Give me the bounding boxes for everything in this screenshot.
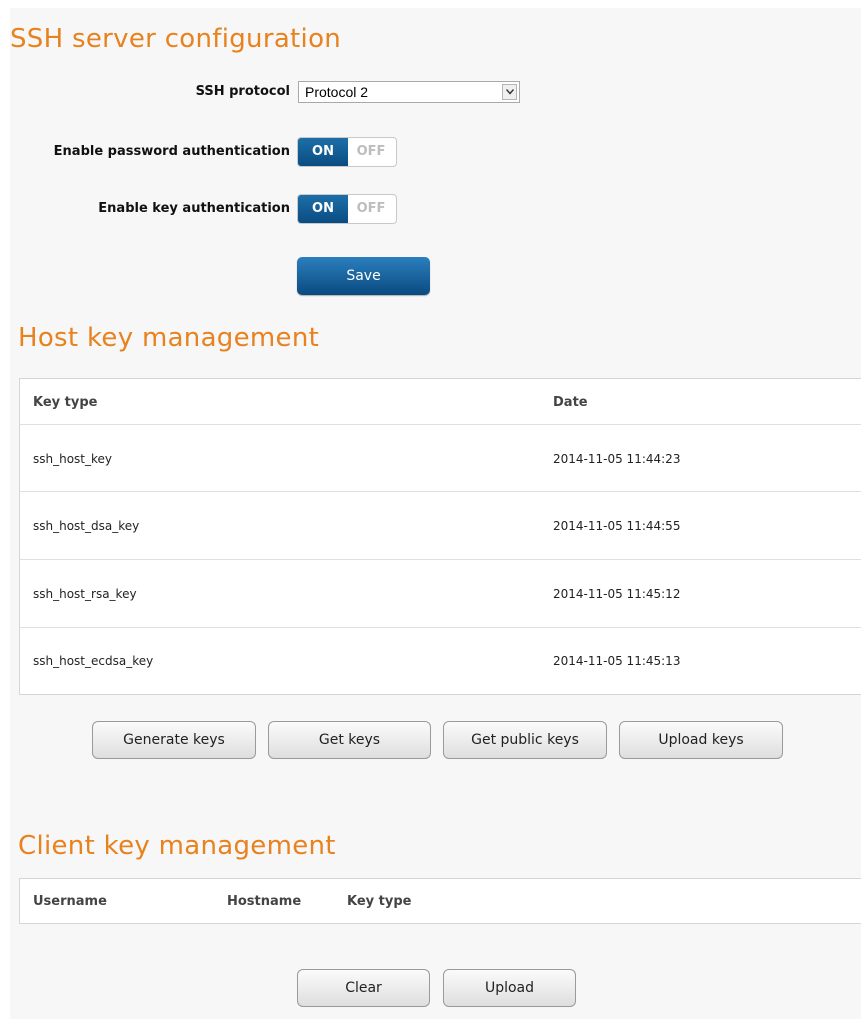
date-cell: 2014-11-05 11:45:13: [553, 654, 681, 668]
upload-keys-button[interactable]: Upload keys: [619, 721, 783, 759]
key-type-cell: ssh_host_ecdsa_key: [33, 654, 154, 668]
column-header-key-type: Key type: [347, 894, 412, 909]
key-auth-label: Enable key authentication: [98, 201, 290, 216]
column-header-hostname: Hostname: [227, 894, 302, 909]
save-button[interactable]: Save: [297, 257, 430, 295]
client-keys-table: Username Hostname Key type: [19, 878, 861, 924]
get-keys-button[interactable]: Get keys: [268, 721, 431, 759]
column-header-key-type: Key type: [33, 395, 98, 410]
toggle-on-option[interactable]: ON: [298, 138, 348, 166]
host-keys-table: Key type Date ssh_host_key 2014-11-05 11…: [19, 378, 861, 695]
date-cell: 2014-11-05 11:44:23: [553, 452, 681, 466]
upload-button[interactable]: Upload: [443, 969, 576, 1007]
toggle-off-option[interactable]: OFF: [346, 138, 396, 166]
table-row[interactable]: ssh_host_ecdsa_key 2014-11-05 11:45:13: [20, 627, 861, 695]
table-row[interactable]: ssh_host_key 2014-11-05 11:44:23: [20, 424, 861, 492]
get-public-keys-button[interactable]: Get public keys: [443, 721, 607, 759]
column-header-date: Date: [553, 395, 588, 410]
key-type-cell: ssh_host_rsa_key: [33, 587, 137, 601]
key-auth-toggle[interactable]: ON OFF: [297, 194, 397, 224]
client-keys-title: Client key management: [18, 831, 336, 861]
ssh-settings-page: SSH server configuration SSH protocol Pr…: [10, 8, 861, 1019]
chevron-down-icon: [502, 84, 517, 100]
ssh-protocol-select[interactable]: Protocol 2: [298, 81, 520, 103]
toggle-off-option[interactable]: OFF: [346, 195, 396, 223]
ssh-config-title: SSH server configuration: [10, 24, 342, 54]
toggle-on-option[interactable]: ON: [298, 195, 348, 223]
table-row[interactable]: ssh_host_dsa_key 2014-11-05 11:44:55: [20, 491, 861, 559]
column-header-username: Username: [33, 894, 107, 909]
key-type-cell: ssh_host_key: [33, 452, 113, 466]
ssh-protocol-value: Protocol 2: [305, 84, 369, 100]
generate-keys-button[interactable]: Generate keys: [92, 721, 256, 759]
clear-button[interactable]: Clear: [297, 969, 430, 1007]
host-keys-title: Host key management: [18, 323, 320, 353]
password-auth-toggle[interactable]: ON OFF: [297, 137, 397, 167]
password-auth-label: Enable password authentication: [53, 144, 290, 159]
ssh-protocol-label: SSH protocol: [195, 84, 290, 99]
date-cell: 2014-11-05 11:45:12: [553, 587, 681, 601]
date-cell: 2014-11-05 11:44:55: [553, 519, 681, 533]
key-type-cell: ssh_host_dsa_key: [33, 519, 140, 533]
table-row[interactable]: ssh_host_rsa_key 2014-11-05 11:45:12: [20, 559, 861, 627]
